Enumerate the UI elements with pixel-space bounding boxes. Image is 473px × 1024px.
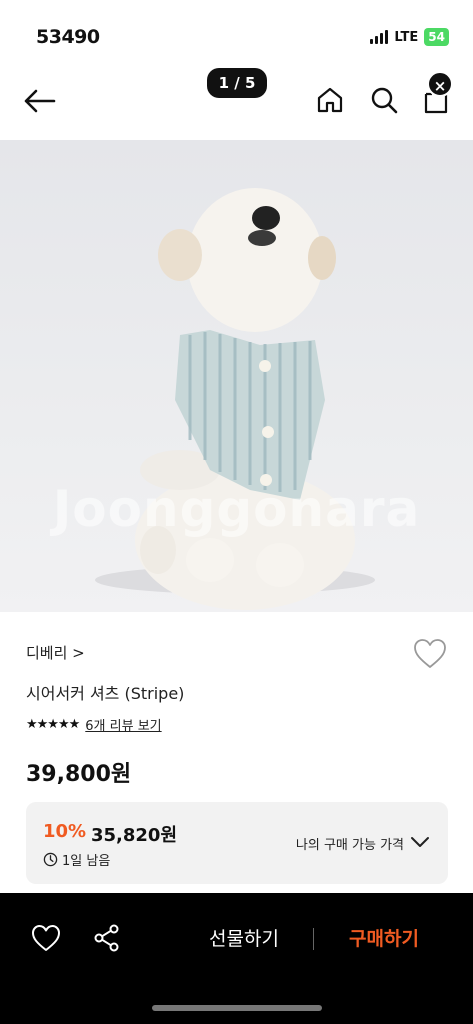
- heart-icon: [414, 639, 446, 668]
- chevron-down-icon[interactable]: [410, 834, 430, 850]
- time-left: 1일 남음: [43, 850, 110, 869]
- buy-button[interactable]: 구매하기: [326, 923, 442, 955]
- arrow-left-icon: [24, 89, 56, 113]
- bottom-wishlist-button[interactable]: [30, 923, 62, 953]
- home-button[interactable]: [314, 84, 346, 116]
- home-icon: [317, 87, 343, 113]
- status-time: 53490: [36, 26, 100, 48]
- rating-stars: ★★★★★: [26, 717, 80, 732]
- wishlist-button[interactable]: [412, 636, 448, 672]
- product-image[interactable]: Joonggonara: [0, 140, 473, 612]
- bottom-action-bar: 선물하기 구매하기: [0, 893, 473, 1024]
- my-price-label: 나의 구매 가능 가격: [295, 838, 404, 853]
- product-price: 39,800원: [26, 762, 132, 787]
- bottom-share-button[interactable]: [92, 923, 122, 953]
- clock-icon: [43, 852, 58, 867]
- brand-link[interactable]: 디베리 >: [26, 642, 85, 663]
- back-button[interactable]: [22, 86, 58, 116]
- status-bar: 53490 LTE 54: [0, 0, 473, 66]
- home-indicator: [152, 1005, 322, 1011]
- battery-icon: 54: [424, 28, 449, 46]
- top-nav: 1 / 5 ×: [0, 66, 473, 138]
- time-left-label: 1일 남음: [62, 854, 111, 869]
- divider: [313, 928, 314, 950]
- search-button[interactable]: [368, 84, 400, 116]
- signal-icon: [370, 30, 389, 44]
- gift-button[interactable]: 선물하기: [186, 923, 302, 955]
- discount-rate: 10%: [43, 821, 87, 842]
- coupon-box[interactable]: 10% 35,820원 1일 남음 나의 구매 가능 가격: [26, 802, 448, 884]
- share-icon: [94, 924, 119, 952]
- network-label: LTE: [394, 29, 419, 45]
- dog-photo: [95, 188, 375, 610]
- rating-row: ★★★★★ 6개 리뷰 보기: [26, 715, 162, 734]
- heart-icon: [32, 925, 60, 951]
- search-icon: [371, 87, 398, 114]
- watermark: Joonggonara: [52, 480, 421, 538]
- image-counter: 1 / 5: [207, 68, 267, 98]
- status-icons: LTE 54: [370, 28, 449, 46]
- discounted-price: 35,820원: [91, 825, 178, 846]
- product-title: 시어서커 셔츠 (Stripe): [26, 684, 185, 703]
- review-link[interactable]: 6개 리뷰 보기: [85, 715, 161, 734]
- close-button[interactable]: ×: [427, 71, 453, 97]
